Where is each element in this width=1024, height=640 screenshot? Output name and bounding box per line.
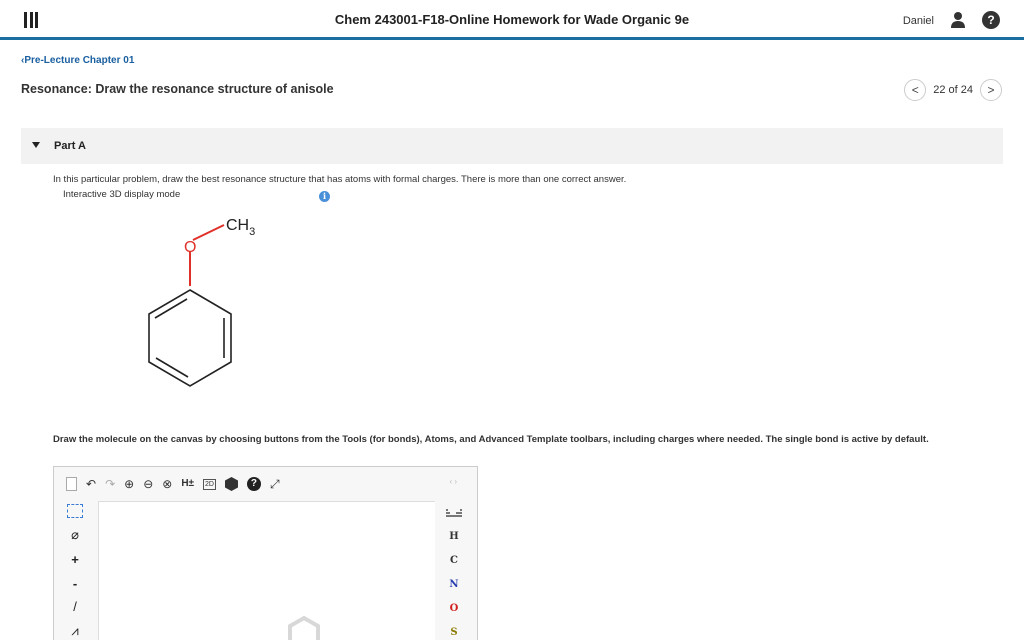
methyl-subscript: 3 — [249, 226, 255, 238]
editor-help-icon[interactable]: ? — [246, 477, 261, 491]
info-icon[interactable]: i — [319, 191, 330, 202]
undo-icon[interactable]: ↶ — [86, 477, 96, 491]
erase-tool-icon[interactable]: ⌀ — [54, 527, 96, 543]
atoms-toolbar: H C N O S — [438, 501, 478, 640]
double-bond — [155, 357, 189, 378]
page-position: 22 of 24 — [933, 84, 973, 96]
page-title: Resonance: Draw the resonance structure … — [21, 82, 334, 96]
atom-n-button[interactable]: N — [438, 579, 470, 590]
prev-button[interactable]: < — [904, 79, 927, 101]
o-ch3-bond — [192, 224, 225, 241]
help-icon[interactable]: ? — [982, 11, 1000, 29]
positive-charge-button[interactable]: + — [54, 552, 96, 567]
oxygen-label: O — [184, 239, 196, 256]
drawing-canvas[interactable] — [98, 501, 435, 640]
top-bar: Chem 243001-F18-Online Homework for Wade… — [0, 0, 1024, 40]
single-bond-tool-icon[interactable]: / — [54, 599, 96, 614]
editor-toolbar: ↶ ↷ ⊕ ⊖ ⊗ H± 2D ? ⤢ ‹ › — [54, 467, 477, 501]
tools-toolbar: ⌀ + - / ⩘ — [54, 501, 96, 640]
question-instructions: In this particular problem, draw the bes… — [53, 174, 627, 185]
atom-s-button[interactable]: S — [438, 627, 470, 638]
back-link-label: Pre-Lecture Chapter 01 — [24, 55, 135, 66]
fullscreen-icon[interactable]: ⤢ — [270, 477, 280, 491]
clean-2d-button[interactable]: 2D — [203, 478, 216, 490]
next-button[interactable]: > — [980, 79, 1002, 101]
toolbar-scroll-arrows[interactable]: ‹ › — [449, 477, 457, 486]
anisole-structure: O CH3 — [148, 217, 255, 387]
user-name[interactable]: Daniel — [903, 15, 934, 27]
atom-h-button[interactable]: H — [438, 531, 470, 542]
collapse-caret-icon[interactable] — [32, 142, 40, 148]
zoom-in-icon[interactable]: ⊕ — [124, 477, 134, 491]
part-a-header[interactable]: Part A — [21, 128, 1003, 164]
atom-c-button[interactable]: C — [438, 555, 470, 566]
draw-instructions: Draw the molecule on the canvas by choos… — [53, 434, 929, 445]
atom-o-button[interactable]: O — [438, 603, 470, 614]
pager: < 22 of 24 > — [904, 79, 1002, 101]
zoom-reset-icon[interactable]: ⊗ — [162, 477, 172, 491]
zoom-out-icon[interactable]: ⊖ — [143, 477, 153, 491]
chain-tool-icon[interactable]: ⩘ — [54, 623, 96, 639]
negative-charge-button[interactable]: - — [54, 576, 96, 591]
display-mode-link[interactable]: Interactive 3D display mode — [63, 189, 180, 200]
hydrogens-button[interactable]: H± — [181, 477, 194, 491]
redo-icon[interactable]: ↷ — [105, 477, 115, 491]
clean-3d-icon[interactable] — [224, 477, 238, 491]
molecule-editor: ↶ ↷ ⊕ ⊖ ⊗ H± 2D ? ⤢ ‹ › ⌀ + - / ⩘ H C N … — [53, 466, 478, 640]
benzene-ring — [148, 289, 232, 387]
methyl-text: CH — [226, 217, 249, 234]
periodic-table-icon[interactable] — [446, 509, 462, 519]
back-link[interactable]: ‹Pre-Lecture Chapter 01 — [21, 55, 134, 66]
part-label: Part A — [54, 140, 86, 152]
user-icon[interactable] — [950, 11, 966, 29]
methyl-label: CH3 — [226, 217, 255, 238]
chemaxon-watermark-icon — [288, 615, 320, 640]
new-file-icon[interactable] — [66, 477, 77, 491]
select-tool-icon[interactable] — [67, 504, 83, 518]
app-title: Chem 243001-F18-Online Homework for Wade… — [334, 12, 690, 27]
